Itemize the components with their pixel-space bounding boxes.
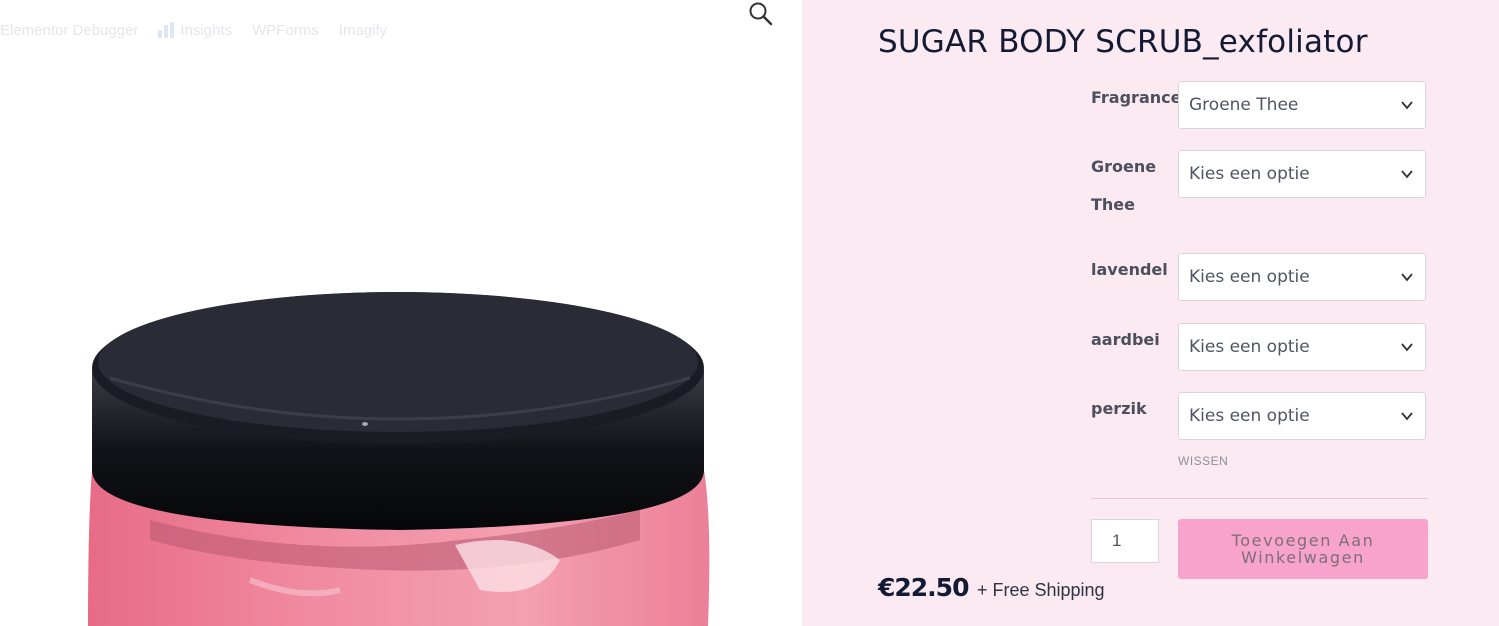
chevron-down-icon	[1401, 273, 1413, 282]
admin-bar: Elementor Debugger Insights WPForms Imag…	[0, 18, 407, 42]
product-title: SUGAR BODY SCRUB_exfoliator	[878, 24, 1368, 60]
product-image[interactable]	[0, 0, 802, 626]
add-to-cart-button[interactable]: Toevoegen Aan Winkelwagen	[1178, 519, 1428, 579]
variation-label-fragrance: Fragrance	[1091, 88, 1182, 107]
select-lavendel-value: Kies een optie	[1189, 267, 1310, 287]
select-lavendel[interactable]: Kies een optie	[1178, 253, 1426, 301]
chevron-down-icon	[1401, 101, 1413, 110]
admin-link-wpforms[interactable]: WPForms	[252, 22, 319, 39]
search-icon[interactable]	[748, 1, 774, 27]
select-aardbei-value: Kies een optie	[1189, 337, 1310, 357]
jar-illustration	[88, 292, 710, 626]
chevron-down-icon	[1401, 170, 1413, 179]
admin-link-insights[interactable]: Insights	[158, 22, 232, 39]
quantity-input[interactable]: 1	[1091, 519, 1159, 563]
admin-link-imagify[interactable]: Imagify	[339, 22, 387, 39]
select-groene-thee-value: Kies een optie	[1189, 164, 1310, 184]
product-summary: SUGAR BODY SCRUB_exfoliator Fragrance Gr…	[802, 0, 1499, 626]
price-amount: €22.50	[878, 573, 969, 602]
variation-label-lavendel: lavendel	[1091, 260, 1168, 279]
chevron-down-icon	[1401, 343, 1413, 352]
variation-label-aardbei: aardbei	[1091, 330, 1160, 349]
variation-label-perzik: perzik	[1091, 399, 1147, 418]
select-fragrance-value: Groene Thee	[1189, 95, 1299, 115]
select-aardbei[interactable]: Kies een optie	[1178, 323, 1426, 371]
select-groene-thee[interactable]: Kies een optie	[1178, 150, 1426, 198]
shipping-note: + Free Shipping	[976, 580, 1105, 600]
select-perzik[interactable]: Kies een optie	[1178, 392, 1426, 440]
variation-label-groene-thee: Groene Thee	[1091, 157, 1157, 214]
select-fragrance[interactable]: Groene Thee	[1178, 81, 1426, 129]
chevron-down-icon	[1401, 412, 1413, 421]
select-perzik-value: Kies een optie	[1189, 406, 1310, 426]
price-block: €22.50 + Free Shipping	[878, 573, 1105, 602]
admin-link-elementor-debugger[interactable]: Elementor Debugger	[0, 22, 138, 39]
admin-link-insights-label: Insights	[180, 21, 233, 39]
bar-chart-icon	[158, 22, 175, 38]
clear-selection-link[interactable]: WISSEN	[1178, 454, 1228, 468]
divider	[1091, 498, 1428, 499]
